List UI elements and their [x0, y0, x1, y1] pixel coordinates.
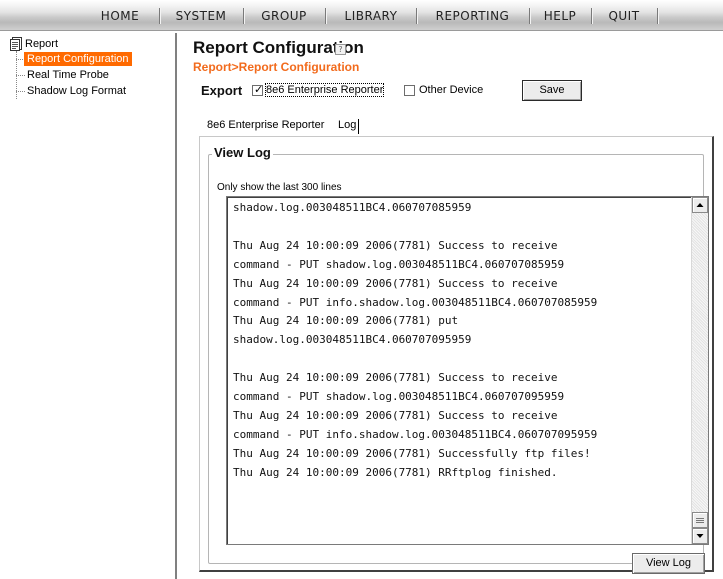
sidebar-item-shadow-log-format[interactable]: Shadow Log Format — [24, 84, 129, 98]
nav-group[interactable]: GROUP — [246, 7, 322, 25]
log-panel: Only show the last 300 lines shadow.log.… — [199, 136, 714, 574]
nav-separator — [243, 8, 244, 24]
nav-separator — [159, 8, 160, 24]
checkbox-other-device[interactable] — [404, 85, 415, 96]
nav-library[interactable]: LIBRARY — [328, 7, 414, 25]
check-icon: ✓ — [254, 83, 264, 96]
tree-root-label: Report — [25, 38, 59, 50]
fieldset-legend: View Log — [212, 145, 273, 160]
nav-quit[interactable]: QUIT — [594, 7, 654, 25]
log-textarea[interactable]: shadow.log.003048511BC4.060707085959 Thu… — [226, 196, 709, 545]
nav-reporting[interactable]: REPORTING — [419, 7, 526, 25]
nav-separator — [416, 8, 417, 24]
save-button[interactable]: Save — [522, 80, 582, 101]
top-navigation-bar: HOME SYSTEM GROUP LIBRARY REPORTING HELP… — [0, 0, 723, 31]
checkbox-8e6-enterprise-reporter[interactable]: ✓ — [252, 83, 264, 96]
checkbox-label-other-device[interactable]: Other Device — [419, 84, 483, 96]
main-content: Report Configuration ? Report>Report Con… — [193, 38, 723, 579]
log-text: shadow.log.003048511BC4.060707085959 Thu… — [233, 201, 598, 479]
view-log-button[interactable]: View Log — [632, 553, 705, 574]
nav-help[interactable]: HELP — [532, 7, 588, 25]
breadcrumb: Report>Report Configuration — [193, 60, 360, 74]
sidebar: Report Report Configuration Real Time Pr… — [4, 33, 177, 579]
scroll-up-arrow-icon[interactable] — [692, 197, 708, 213]
nav-separator — [657, 8, 658, 24]
sidebar-item-report-configuration[interactable]: Report Configuration — [24, 52, 132, 66]
view-log-fieldset: Only show the last 300 lines shadow.log.… — [208, 154, 709, 574]
scroll-thumb[interactable] — [692, 512, 708, 528]
sidebar-item-real-time-probe[interactable]: Real Time Probe — [24, 68, 112, 82]
tree-root-report[interactable]: Report — [10, 37, 58, 51]
scroll-down-arrow-icon[interactable] — [692, 528, 708, 544]
export-label: Export — [201, 83, 243, 98]
nav-separator — [325, 8, 326, 24]
nav-system[interactable]: SYSTEM — [162, 7, 240, 25]
document-icon — [10, 37, 24, 51]
nav-home[interactable]: HOME — [84, 7, 156, 25]
tab-8e6-enterprise-reporter[interactable]: 8e6 Enterprise Reporter — [207, 119, 324, 131]
nav-separator — [529, 8, 530, 24]
checkbox-label-8e6-enterprise-reporter[interactable]: 8e6 Enterprise Reporter — [264, 83, 385, 97]
nav-separator — [591, 8, 592, 24]
log-scrollbar[interactable] — [691, 197, 708, 544]
help-icon[interactable]: ? — [335, 44, 346, 55]
tab-log[interactable]: Log — [338, 119, 356, 131]
tab-divider — [358, 119, 359, 134]
log-note: Only show the last 300 lines — [217, 182, 342, 193]
